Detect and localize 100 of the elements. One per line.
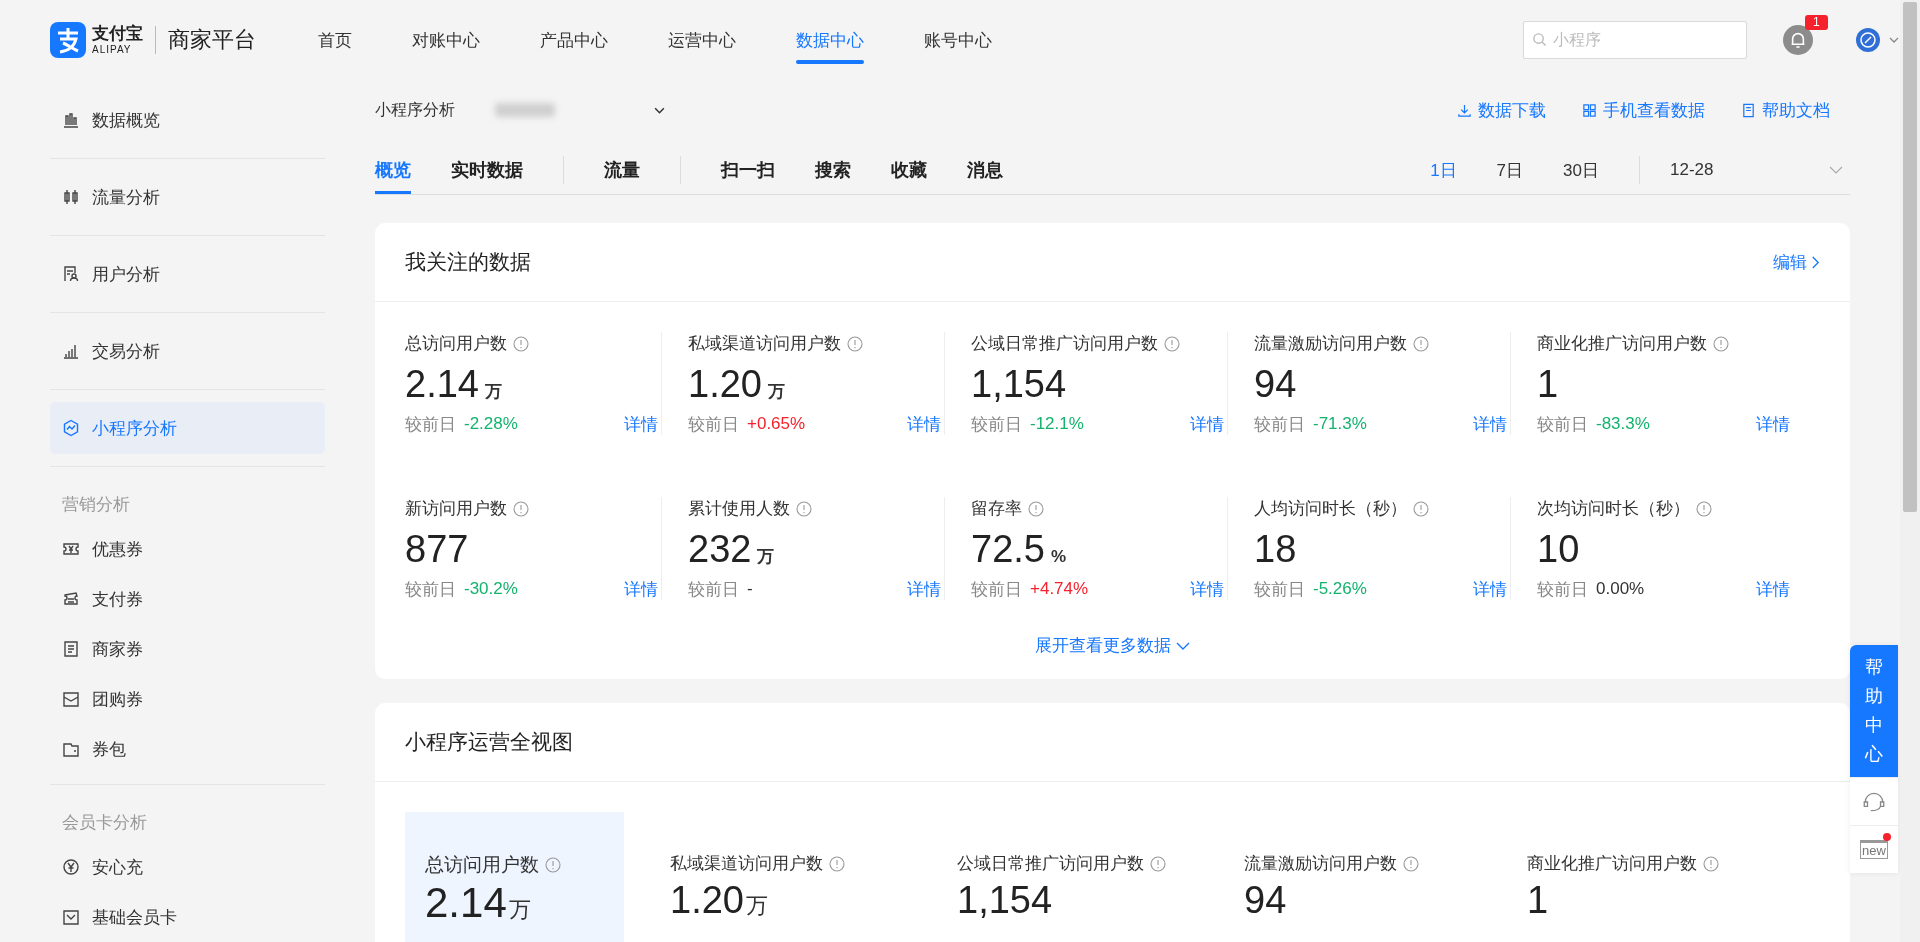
tab[interactable]: 流量	[604, 146, 640, 194]
change-value: -2.28%	[464, 414, 518, 434]
metric-label: 公域日常推广访问用户数	[971, 333, 1158, 355]
range-tab[interactable]: 7日	[1496, 158, 1524, 182]
metric-label: 总访问用户数	[425, 853, 539, 877]
info-icon[interactable]	[545, 857, 561, 873]
detail-link[interactable]: 详情	[624, 412, 658, 436]
help-center-button[interactable]: 帮助中心	[1850, 645, 1898, 777]
sidebar-item[interactable]: 交易分析	[50, 325, 325, 377]
metric-value: 2.14	[425, 880, 507, 926]
metric-label: 私域渠道访问用户数	[688, 333, 841, 355]
detail-link[interactable]: 详情	[1473, 577, 1507, 601]
nav-tab[interactable]: 运营中心	[668, 0, 736, 80]
nav-tab[interactable]: 数据中心	[796, 0, 864, 80]
info-icon[interactable]	[847, 335, 863, 352]
sidebar-item[interactable]: 安心充	[50, 842, 325, 892]
metric-label: 公域日常推广访问用户数	[957, 853, 1144, 875]
metric-value: 1.20	[688, 362, 762, 407]
info-icon[interactable]	[1413, 500, 1429, 517]
redacted-text	[495, 103, 555, 117]
info-icon[interactable]	[1696, 500, 1712, 517]
metric-tile[interactable]: 商业化推广访问用户数 1	[1527, 812, 1810, 942]
nav-tab[interactable]: 产品中心	[540, 0, 608, 80]
compare-label: 较前日	[688, 413, 739, 436]
info-icon[interactable]	[1164, 335, 1180, 352]
sidebar-item[interactable]: 团购券	[50, 674, 325, 724]
expand-link[interactable]: 展开查看更多数据	[1035, 634, 1190, 657]
date-picker[interactable]: 12-28	[1670, 160, 1850, 180]
tab[interactable]: 扫一扫	[721, 146, 775, 194]
tab[interactable]: 消息	[967, 146, 1003, 194]
whats-new-button[interactable]: new	[1850, 825, 1898, 873]
tab[interactable]: 实时数据	[451, 146, 523, 194]
detail-link[interactable]: 详情	[1756, 412, 1790, 436]
bell-icon[interactable]	[1783, 25, 1813, 55]
change-value: -	[747, 579, 753, 599]
metric-tile[interactable]: 流量激励访问用户数 94	[1244, 812, 1527, 942]
detail-link[interactable]: 详情	[907, 577, 941, 601]
action-link[interactable]: 数据下载	[1457, 98, 1546, 122]
metric-value: 1,154	[957, 878, 1053, 923]
sidebar-item[interactable]: 支付券	[50, 574, 325, 624]
change-value: -83.3%	[1596, 414, 1650, 434]
info-icon[interactable]	[1403, 855, 1419, 872]
detail-link[interactable]: 详情	[1473, 412, 1507, 436]
document-icon	[1741, 102, 1756, 118]
metric-value: 2.14	[405, 362, 479, 407]
notification-badge: 1	[1805, 15, 1828, 30]
sidebar-item[interactable]: 流量分析	[50, 171, 325, 223]
user-document-icon	[62, 265, 80, 283]
sidebar-item[interactable]: 小程序分析	[50, 402, 325, 454]
range-tab[interactable]: 30日	[1563, 158, 1599, 182]
metric-unit: %	[1050, 547, 1067, 567]
search-field[interactable]: 小程序	[1523, 21, 1747, 59]
nav-tab[interactable]: 首页	[318, 0, 352, 80]
nav-tab[interactable]: 账号中心	[924, 0, 992, 80]
chevron-down-icon	[1176, 640, 1190, 651]
ticket-icon	[62, 540, 80, 558]
detail-link[interactable]: 详情	[1756, 577, 1790, 601]
tab[interactable]: 收藏	[891, 146, 927, 194]
sidebar-item[interactable]: 基础会员卡	[50, 892, 325, 942]
candlestick-icon	[62, 188, 80, 206]
metric-label: 人均访问时长（秒）	[1254, 498, 1407, 520]
info-icon[interactable]	[829, 855, 845, 872]
metric-tile[interactable]: 公域日常推广访问用户数 1,154	[957, 812, 1244, 942]
nav-tab[interactable]: 对账中心	[412, 0, 480, 80]
action-link[interactable]: 手机查看数据	[1582, 98, 1705, 122]
info-icon[interactable]	[1703, 855, 1719, 872]
detail-link[interactable]: 详情	[1190, 412, 1224, 436]
page-title: 小程序分析	[375, 99, 455, 120]
info-icon[interactable]	[1713, 335, 1729, 352]
action-link[interactable]: 帮助文档	[1741, 98, 1830, 122]
edit-link[interactable]: 编辑	[1773, 250, 1820, 274]
compare-label: 较前日	[1537, 413, 1588, 436]
sidebar-item[interactable]: 用户分析	[50, 248, 325, 300]
info-icon[interactable]	[796, 500, 812, 517]
detail-link[interactable]: 详情	[1190, 577, 1224, 601]
range-tab[interactable]: 1日	[1430, 158, 1457, 182]
sidebar-item[interactable]: 券包	[50, 724, 325, 774]
change-value: 0.00%	[1596, 579, 1645, 599]
metric-value: 94	[1254, 362, 1297, 407]
scrollbar[interactable]	[1900, 0, 1920, 942]
metric-tile[interactable]: 私域渠道访问用户数 1.20万	[670, 812, 957, 942]
sidebar-item[interactable]: 数据概览	[50, 94, 325, 146]
metric-tile[interactable]: 总访问用户数 2.14万	[405, 812, 624, 942]
avatar-icon[interactable]	[1856, 28, 1880, 52]
tab[interactable]: 概览	[375, 146, 411, 194]
compare-label: 较前日	[971, 413, 1022, 436]
info-icon[interactable]	[1028, 500, 1044, 517]
detail-link[interactable]: 详情	[907, 412, 941, 436]
detail-link[interactable]: 详情	[624, 577, 658, 601]
sidebar-item[interactable]: 商家券	[50, 624, 325, 674]
info-icon[interactable]	[1150, 855, 1166, 872]
info-icon[interactable]	[513, 335, 529, 352]
sidebar-item[interactable]: 优惠券	[50, 524, 325, 574]
metric-label: 流量激励访问用户数	[1244, 853, 1397, 875]
chevron-down-icon	[1828, 164, 1844, 176]
change-value: -5.26%	[1313, 579, 1367, 599]
info-icon[interactable]	[1413, 335, 1429, 352]
info-icon[interactable]	[513, 500, 529, 517]
tab[interactable]: 搜索	[815, 146, 851, 194]
card-title: 小程序运营全视图	[405, 729, 573, 755]
